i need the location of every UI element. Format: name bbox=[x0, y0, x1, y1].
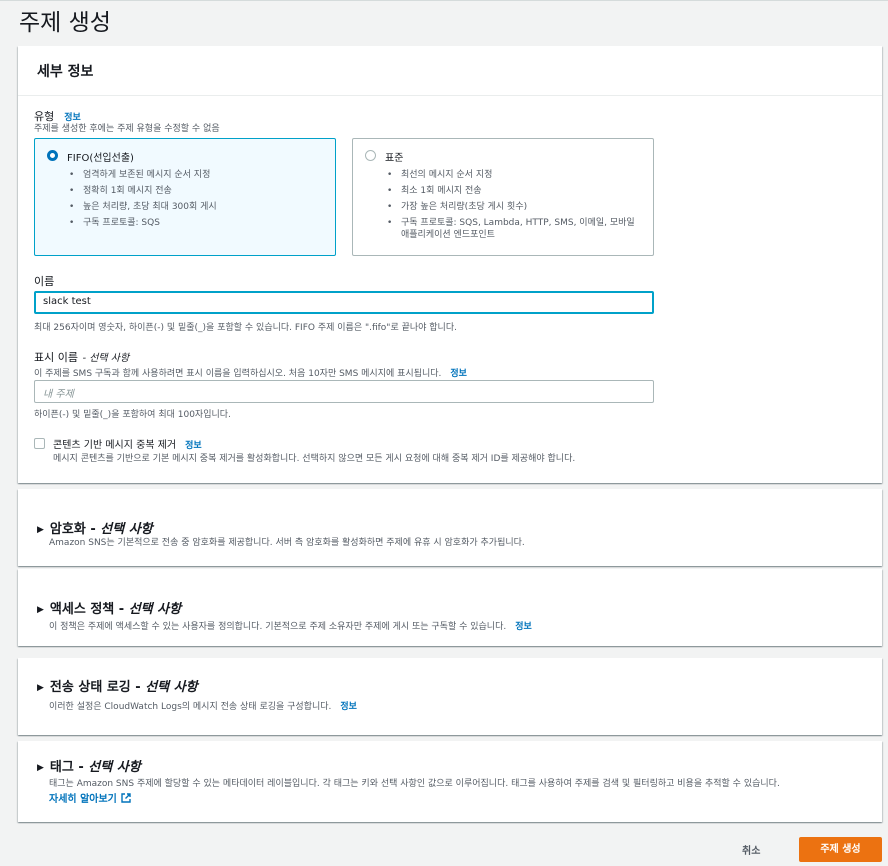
delivery-logging-panel[interactable]: ▶ 전송 상태 로깅 - 선택 사항 이러한 설정은 CloudWatch Log… bbox=[18, 658, 882, 735]
list-item: 정확히 1회 메시지 전송 bbox=[69, 183, 217, 199]
tags-title-row[interactable]: ▶ 태그 - 선택 사항 bbox=[37, 756, 141, 775]
access-policy-info-link[interactable]: 정보 bbox=[515, 622, 532, 632]
details-title: 세부 정보 bbox=[37, 64, 94, 80]
access-policy-description: 이 정책은 주제에 액세스할 수 있는 사용자를 정의합니다. 기본적으로 주제… bbox=[49, 622, 507, 632]
list-item: 엄격하게 보존된 메시지 순서 지정 bbox=[69, 167, 217, 183]
list-item: 최선의 메시지 순서 지정 bbox=[387, 167, 639, 183]
radio-icon[interactable] bbox=[365, 150, 376, 161]
type-option-features: 엄격하게 보존된 메시지 순서 지정 정확히 1회 메시지 전송 높은 처리량,… bbox=[69, 167, 217, 231]
list-item: 가장 높은 처리량(초당 게시 횟수) bbox=[387, 199, 639, 215]
dedup-info-link[interactable]: 정보 bbox=[185, 441, 202, 451]
access-policy-title: 액세스 정책 bbox=[49, 602, 115, 617]
details-panel: 세부 정보 유형 정보 주제를 생성한 후에는 주제 유형을 수정할 수 없음 F… bbox=[18, 46, 882, 483]
delivery-logging-optional: 선택 사항 bbox=[145, 680, 198, 695]
learn-more-label: 자세히 알아보기 bbox=[49, 794, 117, 805]
type-description: 주제를 생성한 후에는 주제 유형을 수정할 수 없음 bbox=[34, 124, 220, 134]
radio-icon[interactable] bbox=[47, 150, 58, 161]
access-policy-optional: 선택 사항 bbox=[128, 602, 182, 617]
dedup-description: 메시지 콘텐츠를 기반으로 기본 메시지 중복 제거를 활성화합니다. 선택하지… bbox=[53, 454, 576, 464]
display-name-description: 이 주제를 SMS 구독과 함께 사용하려면 표시 이름을 입력하십시오. 처음… bbox=[34, 369, 442, 379]
access-policy-title-row[interactable]: ▶ 액세스 정책 - 선택 사항 bbox=[37, 598, 181, 617]
name-input[interactable]: slack test bbox=[34, 291, 654, 314]
encryption-description: Amazon SNS는 기본적으로 전송 중 암호화를 제공합니다. 서버 측 … bbox=[49, 538, 525, 548]
learn-more-link[interactable]: 자세히 알아보기 bbox=[49, 790, 131, 805]
name-label: 이름 bbox=[34, 275, 55, 288]
details-header: 세부 정보 bbox=[18, 46, 882, 96]
dedup-checkbox[interactable] bbox=[34, 438, 45, 449]
type-option-fifo[interactable]: FIFO(선입선출) 엄격하게 보존된 메시지 순서 지정 정확히 1회 메시지… bbox=[34, 138, 336, 256]
caret-right-icon[interactable]: ▶ bbox=[37, 605, 44, 615]
access-policy-panel[interactable]: ▶ 액세스 정책 - 선택 사항 이 정책은 주제에 액세스할 수 있는 사용자를… bbox=[18, 569, 882, 646]
type-option-standard[interactable]: 표준 최선의 메시지 순서 지정 최소 1회 메시지 전송 가장 높은 처리량(… bbox=[352, 138, 654, 256]
dedup-label: 콘텐츠 기반 메시지 중복 제거 bbox=[53, 440, 177, 451]
delivery-logging-description-row: 이러한 설정은 CloudWatch Logs의 메시지 전송 상태 로깅을 구… bbox=[49, 696, 357, 714]
list-item: 최소 1회 메시지 전송 bbox=[387, 183, 639, 199]
display-name-hint: 하이픈(-) 및 밑줄(_)을 포함하여 최대 100자입니다. bbox=[34, 410, 231, 420]
create-topic-button[interactable]: 주제 생성 bbox=[799, 837, 882, 862]
delivery-logging-title: 전송 상태 로깅 bbox=[49, 680, 131, 695]
list-item: 높은 처리량, 초당 최대 300회 게시 bbox=[69, 199, 217, 215]
access-policy-description-row: 이 정책은 주제에 액세스할 수 있는 사용자를 정의합니다. 기본적으로 주제… bbox=[49, 616, 532, 634]
tags-description: 태그는 Amazon SNS 주제에 할당할 수 있는 메타데이터 레이블입니다… bbox=[49, 779, 780, 789]
encryption-panel[interactable]: ▶ 암호화 - 선택 사항 Amazon SNS는 기본적으로 전송 중 암호화를… bbox=[18, 489, 882, 566]
list-item: 구독 프로토콜: SQS, Lambda, HTTP, SMS, 이메일, 모바… bbox=[387, 217, 639, 241]
cancel-button[interactable]: 취소 bbox=[742, 842, 760, 857]
display-name-input[interactable]: 내 주제 bbox=[34, 380, 654, 403]
tags-title: 태그 bbox=[49, 760, 74, 775]
caret-right-icon[interactable]: ▶ bbox=[37, 525, 44, 535]
tags-panel[interactable]: ▶ 태그 - 선택 사항 태그는 Amazon SNS 주제에 할당할 수 있는 … bbox=[18, 741, 882, 822]
list-item: 구독 프로토콜: SQS bbox=[69, 215, 217, 231]
type-option-title: 표준 bbox=[385, 153, 404, 164]
delivery-logging-description: 이러한 설정은 CloudWatch Logs의 메시지 전송 상태 로깅을 구… bbox=[49, 702, 332, 712]
display-name-info-link[interactable]: 정보 bbox=[450, 369, 467, 379]
caret-right-icon[interactable]: ▶ bbox=[37, 763, 44, 773]
type-option-features: 최선의 메시지 순서 지정 최소 1회 메시지 전송 가장 높은 처리량(초당 … bbox=[387, 167, 639, 241]
tags-optional: 선택 사항 bbox=[88, 760, 141, 775]
caret-right-icon[interactable]: ▶ bbox=[37, 683, 44, 693]
name-hint: 최대 256자이며 영숫자, 하이픈(-) 및 밑줄(_)을 포함할 수 있습니… bbox=[34, 323, 457, 333]
type-option-title: FIFO(선입선출) bbox=[67, 153, 134, 164]
page-title: 주제 생성 bbox=[19, 10, 111, 36]
delivery-logging-info-link[interactable]: 정보 bbox=[340, 702, 357, 712]
delivery-logging-title-row[interactable]: ▶ 전송 상태 로깅 - 선택 사항 bbox=[37, 676, 198, 695]
display-name-description-row: 이 주제를 SMS 구독과 함께 사용하려면 표시 이름을 입력하십시오. 처음… bbox=[34, 363, 467, 381]
external-link-icon bbox=[121, 793, 131, 803]
